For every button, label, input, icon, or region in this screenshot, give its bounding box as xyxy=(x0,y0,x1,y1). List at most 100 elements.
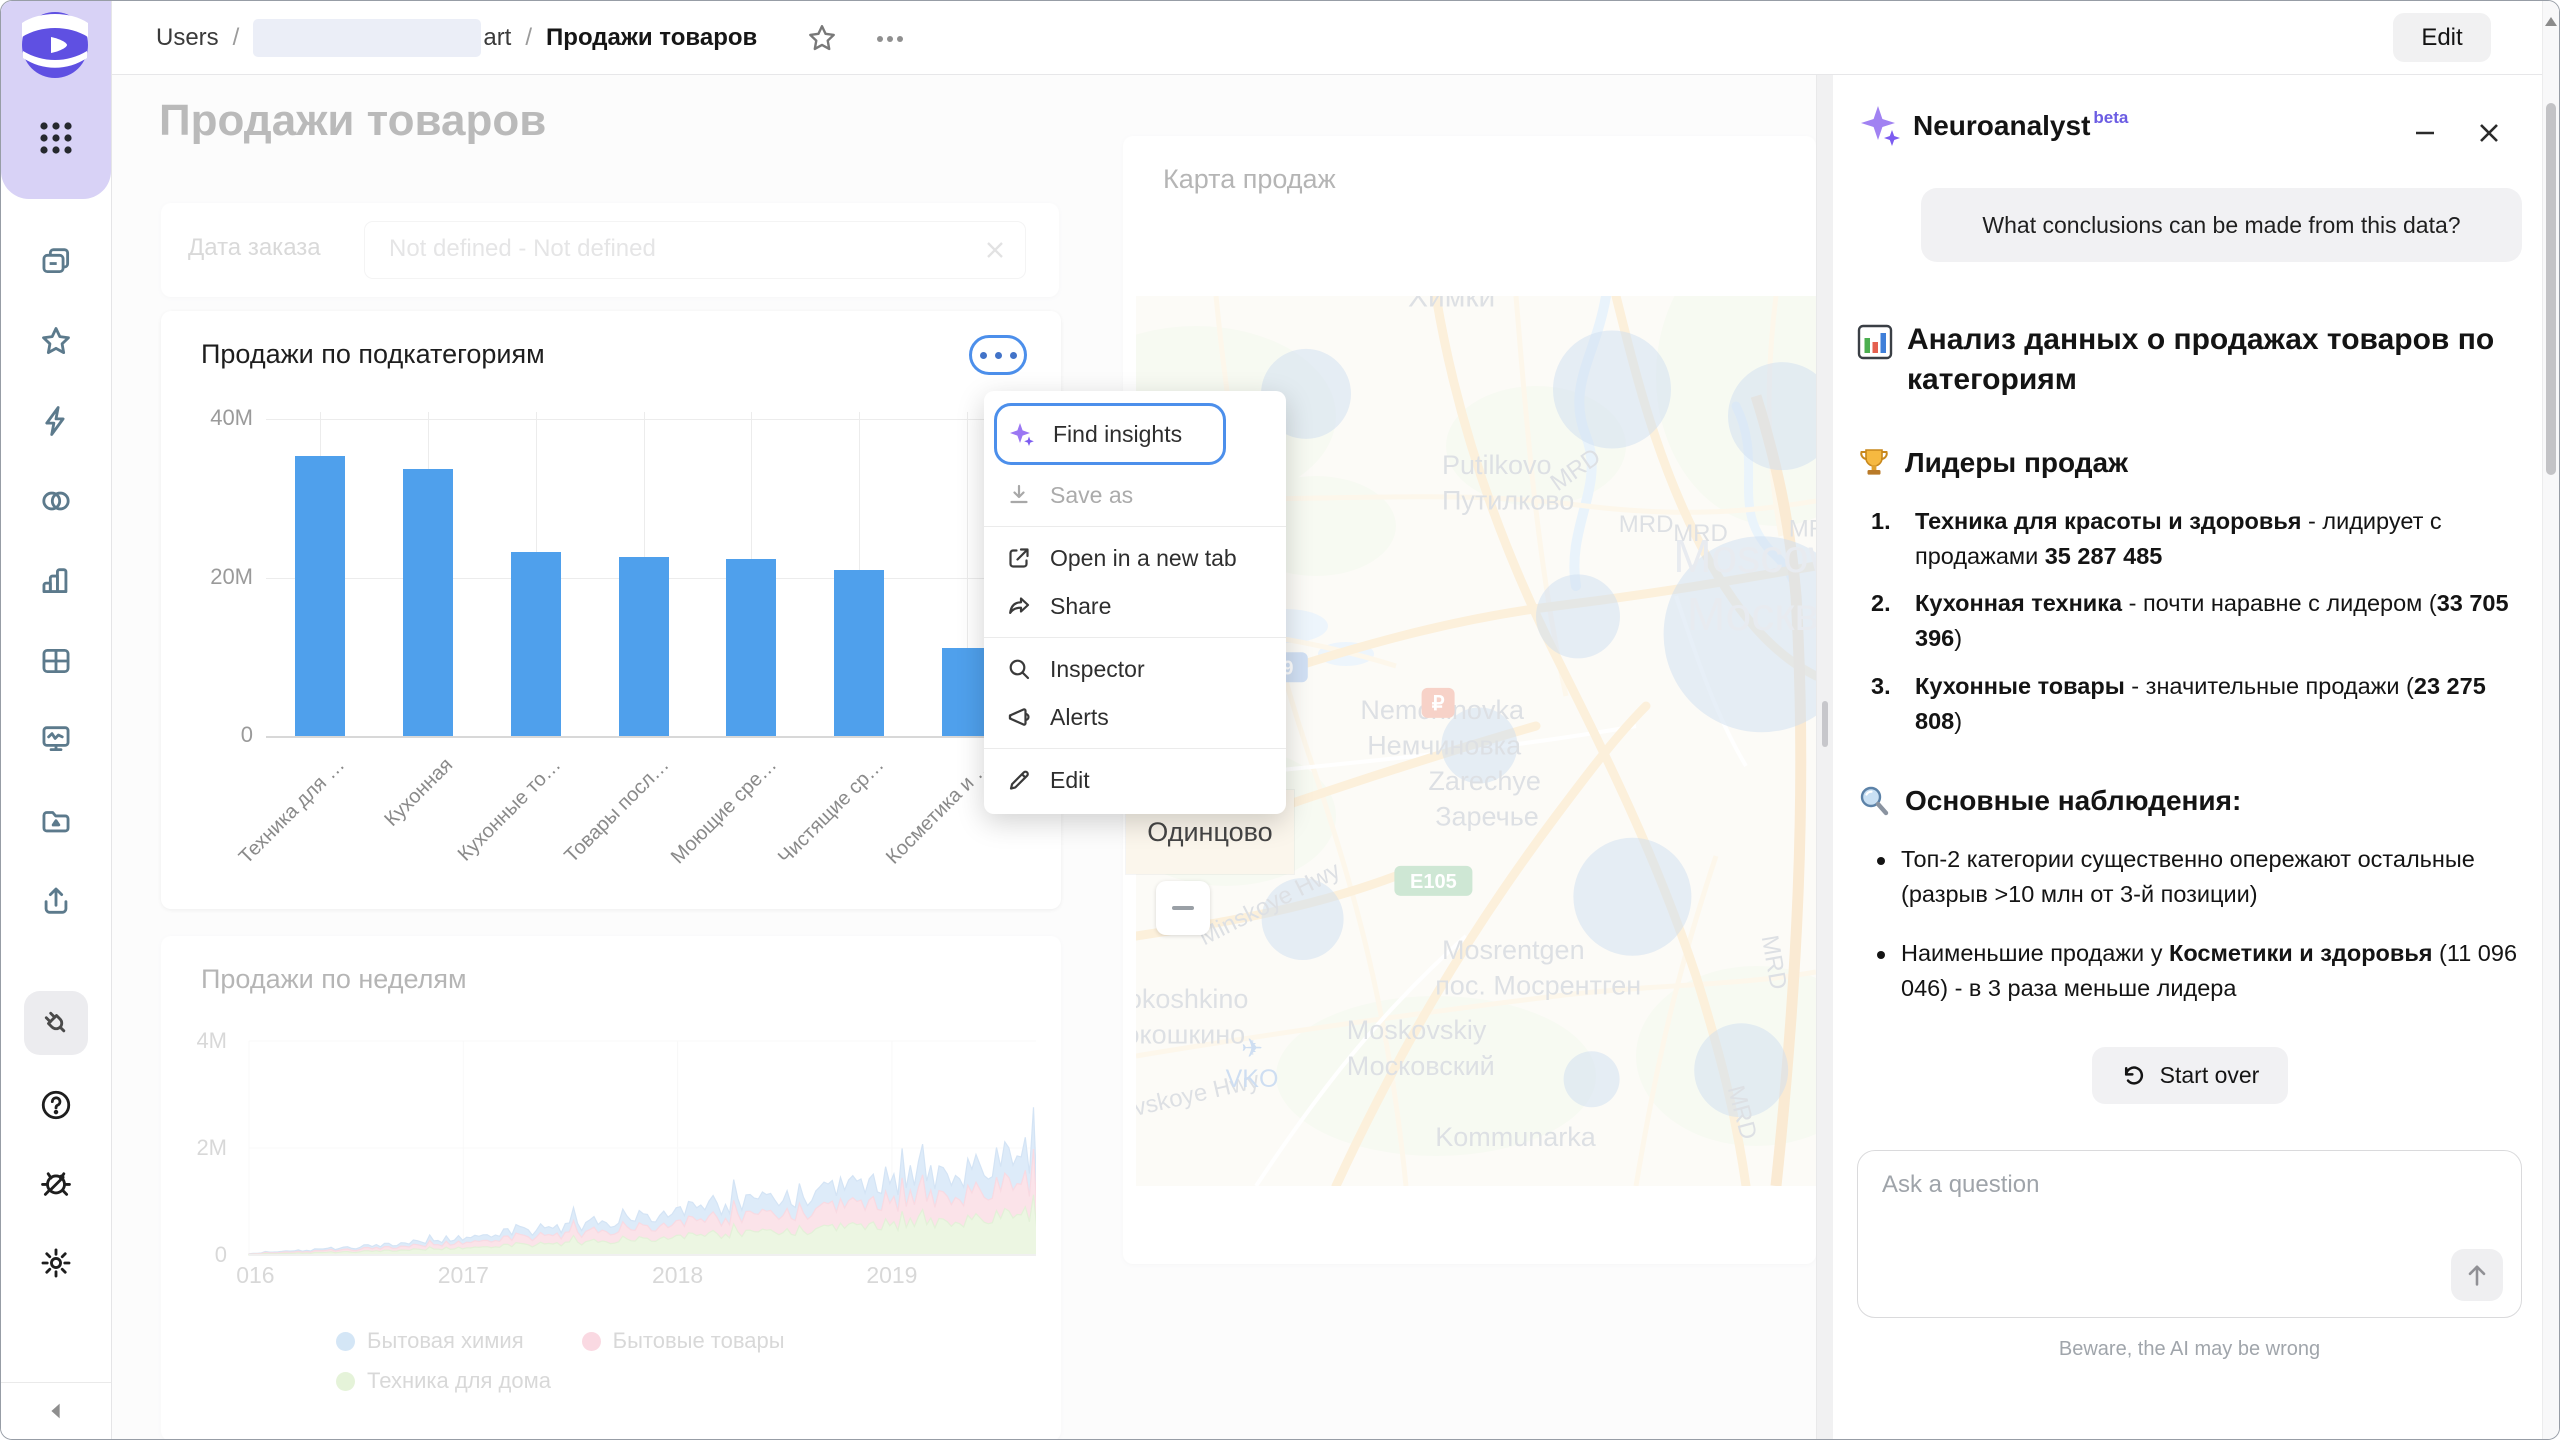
bar-4[interactable] xyxy=(726,559,776,736)
edit-dashboard-button[interactable]: Edit xyxy=(2393,13,2491,62)
trophy-emoji xyxy=(1857,446,1891,480)
bar-0[interactable] xyxy=(295,456,345,736)
scrollbar-thumb[interactable] xyxy=(2546,103,2556,475)
date-filter-label: Дата заказа xyxy=(188,234,321,262)
legend-dot xyxy=(336,1332,355,1351)
svg-text:2016: 2016 xyxy=(236,1262,275,1288)
sidebar-item-plug-icon[interactable] xyxy=(24,991,88,1055)
breadcrumb-separator: / xyxy=(233,24,240,52)
breadcrumb-masked-item[interactable] xyxy=(253,19,481,57)
svg-text:Putilkovo: Putilkovo xyxy=(1442,450,1552,480)
menu-item-share[interactable]: Share xyxy=(984,582,1286,630)
sidebar-item-help-icon[interactable] xyxy=(38,1087,74,1123)
sidebar-brand-area xyxy=(1,1,111,199)
bar-5[interactable] xyxy=(834,570,884,736)
leader-item-1: 1.Техника для красоты и здоровья - лидир… xyxy=(1857,504,2522,574)
legend-dot xyxy=(582,1332,601,1351)
top-header: Users / art / Продажи товаров Edit xyxy=(111,1,2559,75)
sidebar-item-folders-icon[interactable] xyxy=(38,243,74,279)
breadcrumb-current: Продажи товаров xyxy=(546,24,757,52)
menu-divider xyxy=(984,526,1286,527)
map-bubble-3 xyxy=(1536,574,1620,658)
bar-chart-emoji xyxy=(1857,324,1893,360)
svg-text:пос. Мосрентген: пос. Мосрентген xyxy=(1435,971,1641,1001)
sidebar-item-table-icon[interactable] xyxy=(38,643,74,679)
y-tick-label: 40M xyxy=(201,405,253,431)
dashboard-area: Продажи товаров Дата заказа Not defined … xyxy=(111,74,1816,1440)
bar-2[interactable] xyxy=(511,552,561,736)
favorite-star-icon[interactable] xyxy=(806,22,838,54)
x-category-label: Моющие сре… xyxy=(667,754,782,869)
datalens-logo[interactable] xyxy=(21,11,89,79)
question-input[interactable]: Ask a question xyxy=(1857,1150,2522,1318)
menu-item-open-new-tab[interactable]: Open in a new tab xyxy=(984,534,1286,582)
send-button[interactable] xyxy=(2451,1249,2503,1301)
breadcrumb: Users / art / Продажи товаров xyxy=(156,1,757,74)
clear-filter-icon[interactable] xyxy=(981,236,1009,264)
sidebar-item-bolt-icon[interactable] xyxy=(38,403,74,439)
map-zoom-out-button[interactable] xyxy=(1156,881,1210,935)
bar-3[interactable] xyxy=(619,557,669,736)
map-bubble-7 xyxy=(1573,838,1691,956)
restart-icon xyxy=(2120,1062,2147,1089)
sidebar-item-overlap-circles-icon[interactable] xyxy=(38,483,74,519)
close-icon[interactable] xyxy=(2474,118,2504,148)
svg-text:Kommunarka: Kommunarka xyxy=(1435,1122,1597,1152)
leader-item-3: 3.Кухонные товары - значительные продажи… xyxy=(1857,669,2522,739)
leaders-list: 1.Техника для красоты и здоровья - лидир… xyxy=(1857,504,2522,739)
leaders-heading: Лидеры продаж xyxy=(1857,446,2522,480)
observations-heading: Основные наблюдения: xyxy=(1857,784,2522,818)
breadcrumb-masked-tail[interactable]: art xyxy=(483,24,511,52)
sidebar-item-gear-icon[interactable] xyxy=(38,1245,74,1281)
svg-text:✈: ✈ xyxy=(1241,1034,1263,1064)
menu-divider xyxy=(984,637,1286,638)
ai-disclaimer: Beware, the AI may be wrong xyxy=(1833,1338,2546,1361)
panel-title: Neuroanalystbeta xyxy=(1913,110,2128,142)
widget-context-menu: Find insights Save as Open in a new tabSha… xyxy=(984,391,1286,814)
apps-grid-icon[interactable] xyxy=(37,119,75,157)
legend-item[interactable]: Бытовые товары xyxy=(582,1328,785,1354)
breadcrumb-more-icon[interactable] xyxy=(874,23,906,55)
menu-item-alerts[interactable]: Alerts xyxy=(984,693,1286,741)
menu-item-edit[interactable]: Edit xyxy=(984,756,1286,804)
svg-text:Заречье: Заречье xyxy=(1435,802,1539,832)
svg-text:Путилково: Путилково xyxy=(1442,486,1574,516)
svg-text:₽: ₽ xyxy=(1432,693,1445,715)
widget-menu-button[interactable] xyxy=(969,335,1027,375)
svg-text:Московский: Московский xyxy=(1347,1051,1495,1081)
date-filter-input[interactable]: Not defined - Not defined xyxy=(364,221,1026,279)
sidebar-collapse-button[interactable] xyxy=(1,1382,111,1439)
sidebar-item-bar-chart-icon[interactable] xyxy=(38,563,74,599)
menu-divider xyxy=(984,748,1286,749)
scroll-up-arrow[interactable] xyxy=(2545,17,2557,26)
y-tick-label: 20M xyxy=(201,564,253,590)
sidebar-item-monitor-icon[interactable] xyxy=(38,721,74,757)
svg-text:Moskovskiy: Moskovskiy xyxy=(1347,1015,1487,1045)
svg-text:Немчиновка: Немчиновка xyxy=(1367,730,1522,760)
minimize-icon[interactable] xyxy=(2410,118,2440,148)
map-bubble-9 xyxy=(1564,1051,1620,1107)
panel-resize-gutter[interactable] xyxy=(1816,74,1834,1440)
legend-dot xyxy=(336,1372,355,1391)
start-over-button[interactable]: Start over xyxy=(2092,1047,2288,1104)
sidebar-item-star-icon[interactable] xyxy=(38,323,74,359)
menu-item-find-insights[interactable]: Find insights xyxy=(994,403,1226,465)
sidebar-item-bug-icon[interactable] xyxy=(38,1165,74,1201)
bar-1[interactable] xyxy=(403,469,453,736)
y-tick-label: 2M xyxy=(179,1135,227,1161)
arrow-up-icon xyxy=(2463,1261,2491,1289)
svg-text:2019: 2019 xyxy=(866,1262,917,1288)
x-category-label: Косметика и … xyxy=(882,754,997,869)
sidebar-item-folder-icon[interactable] xyxy=(38,803,74,839)
beta-badge: beta xyxy=(2093,108,2128,127)
weekly-chart-title: Продажи по неделям xyxy=(201,964,467,995)
menu-item-save-as[interactable]: Save as xyxy=(984,471,1286,519)
menu-item-inspector[interactable]: Inspector xyxy=(984,645,1286,693)
legend-item[interactable]: Техника для дома xyxy=(336,1368,551,1394)
breadcrumb-separator: / xyxy=(525,24,532,52)
sidebar-item-upload-icon[interactable] xyxy=(38,883,74,919)
window-scrollbar[interactable] xyxy=(2542,1,2559,1439)
legend-item[interactable]: Бытовая химия xyxy=(336,1328,524,1354)
breadcrumb-root[interactable]: Users xyxy=(156,24,219,52)
drag-handle[interactable] xyxy=(1822,701,1828,747)
